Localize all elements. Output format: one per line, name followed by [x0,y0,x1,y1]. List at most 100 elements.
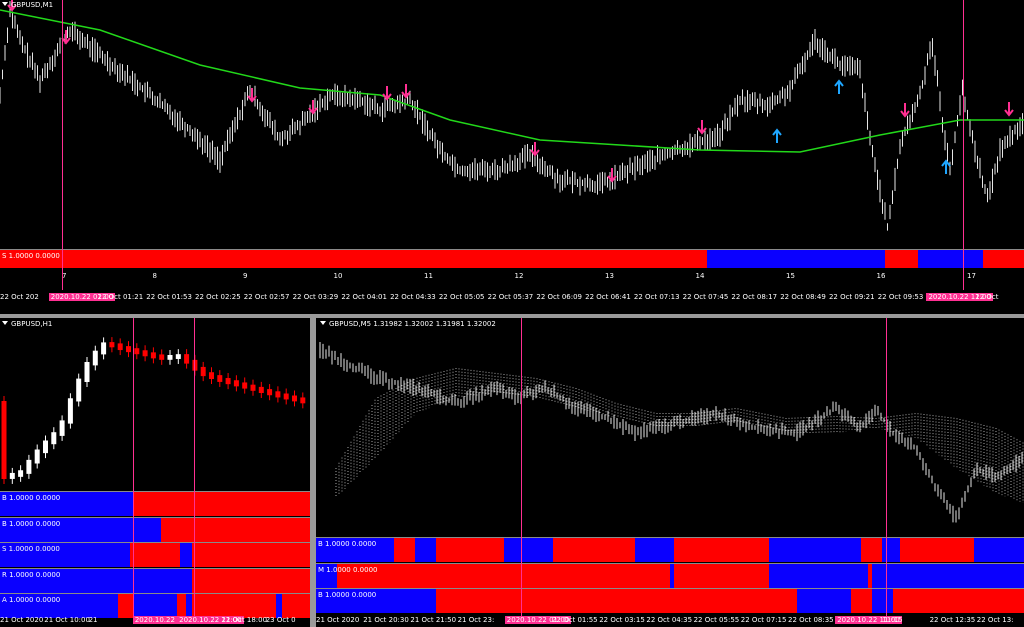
signal-segment-bear [0,250,707,268]
m5-signal-strip: M 1.0000 0.0000 [316,562,1024,588]
signal-segment-bear [983,250,1024,268]
h1-signal-strip: B 1.0000 0.0000 [0,491,310,516]
hour-label: 13 [605,272,614,280]
candle-body [34,449,40,464]
signal-segment-bear [673,538,770,562]
signal-segment-bear [282,594,310,618]
signal-segment-bear [130,543,180,567]
candle-body [159,354,165,360]
signal-segment-bull [179,543,193,567]
time-axis-label: 21 Oct 21:50 [410,616,457,624]
time-axis-label: 22 Oct 09:53 [877,293,924,301]
signal-segment-bear [884,250,918,268]
hour-label: 17 [967,272,976,280]
candle-body [142,350,148,357]
time-axis-label: 22 Oct 202 [0,293,39,301]
time-axis-label: 22 Oct 09:21 [828,293,875,301]
signal-segment-bear [176,594,186,618]
m1-chart-panel[interactable]: GBPUSD,M1 S 1.0000 0.0000 7 8 9 10 11 12 13 14 1… [0,0,1024,314]
session-marker-line [62,0,63,290]
signal-segment-bear [900,538,975,562]
candle-body [209,372,214,380]
h1-signal-strip: S 1.0000 0.0000 [0,542,310,567]
dropdown-triangle-icon[interactable] [2,321,8,325]
m1-signal-strip: S 1.0000 0.0000 [0,249,1024,268]
session-marker-line [521,318,522,616]
strip-label: A 1.0000 0.0000 [2,596,61,604]
signal-segment-bull [769,538,862,562]
buy-arrow-icon [941,159,951,174]
signal-segment-bull [133,594,177,618]
m1-price-chart[interactable] [0,0,1024,250]
time-axis-label: 22 Oct 04:01 [341,293,387,301]
h1-signal-strip: R 1.0000 0.0000 [0,567,310,593]
time-axis-label: 22 Oct 02:25 [195,293,241,301]
signal-segment-bear [192,568,310,593]
time-axis-label: 22 Oct 01:55 [552,616,598,624]
time-axis-label: 22 Oct 07:15 [740,616,787,624]
signal-segment-bull [503,538,554,562]
candle-body [217,375,223,382]
time-axis-label: 22 Oct 03:29 [292,293,339,301]
h1-price-chart[interactable] [0,318,310,490]
candle-body [275,391,281,398]
time-axis-label: 22 Oct 05:55 [693,616,740,624]
hour-label: 8 [152,272,157,280]
time-axis-label: 21 [88,616,98,624]
h1-chart-panel[interactable]: GBPUSD,H1 B 1.0000 0.0000 B 1.0000 0.0000… [0,318,310,627]
candle-body [258,386,264,394]
sell-arrow-icon [61,30,71,45]
candle-body [84,362,90,382]
signal-segment-bear [850,589,872,613]
time-axis-label: 22 Oct 07:45 [682,293,729,301]
candle-body [167,355,173,360]
buy-arrow-icon [834,79,844,94]
m5-price-chart[interactable] [316,318,1024,536]
time-axis-label: 22 Oct 05:37 [487,293,534,301]
candle-body [267,389,273,396]
candle-body [92,350,98,366]
hour-label: 14 [695,272,705,280]
hour-label: 9 [243,272,248,280]
time-axis-label: 22 Oct 18:00 [221,616,268,624]
time-axis-label: 21 Oct 20:30 [363,616,409,624]
time-axis-label: 22 Oct 07:13 [633,293,680,301]
strip-label: B 1.0000 0.0000 [2,494,61,502]
candle-body [101,342,107,355]
candle-body [225,378,231,385]
signal-segment-bull [917,250,984,268]
candle-body [51,432,57,445]
hour-label: 10 [333,272,343,280]
signal-segment-bear [436,589,798,613]
m5-chart-title: GBPUSD,M5 1.31982 1.32002 1.31981 1.3200… [320,320,496,329]
candle-body [233,380,239,387]
candle-body [200,366,206,377]
dropdown-triangle-icon[interactable] [2,2,8,6]
signal-segment-bull [871,589,893,613]
time-axis-label: 22 Oct 06:41 [585,293,631,301]
dropdown-triangle-icon[interactable] [320,321,326,325]
candle-body [26,459,32,474]
strip-label: B 1.0000 0.0000 [318,591,377,599]
h1-chart-title: GBPUSD,H1 [2,320,52,329]
session-marker-line [963,0,964,290]
candle-body [117,343,123,351]
candle-body [59,420,65,436]
m5-chart-panel[interactable]: GBPUSD,M5 1.31982 1.32002 1.31981 1.3200… [316,318,1024,627]
candle-body [1,401,7,479]
signal-segment-bull [634,538,674,562]
session-marker-line [133,318,134,616]
signal-segment-bear [192,543,310,567]
m5-signal-strip: B 1.0000 0.0000 [316,537,1024,562]
time-axis-label: 22 Oct 08:49 [780,293,826,301]
time-axis-label: 22 Oct 04:33 [390,293,436,301]
time-axis-label: 22 Oct 01:53 [146,293,192,301]
signal-segment-bear [393,538,416,562]
strip-label: S 1.0000 0.0000 [2,545,60,553]
candle-body [242,382,248,389]
time-axis-label: 22 Oct 02:57 [243,293,290,301]
time-axis-label: 21 Oct 2020 [0,616,44,624]
time-axis-label: 22 Oct [975,293,999,301]
signal-segment-bull [871,563,1024,588]
candle-body [184,354,190,364]
